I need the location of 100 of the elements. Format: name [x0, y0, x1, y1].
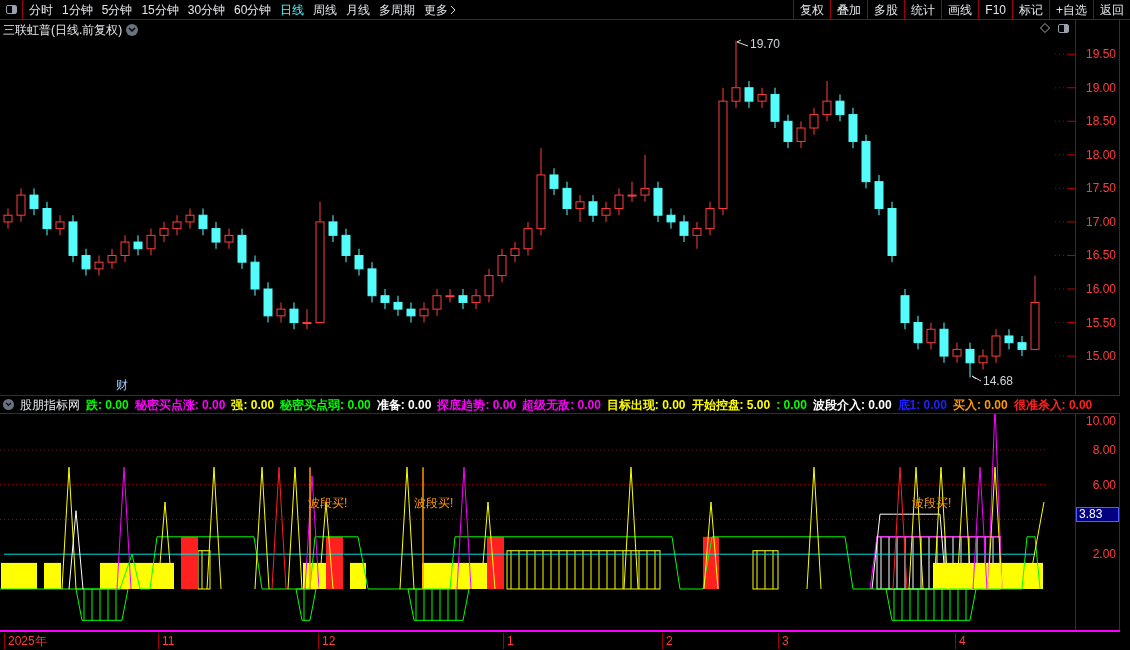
toolbar-button[interactable]: 返回 — [1093, 0, 1130, 19]
event-marker[interactable]: 财 — [116, 378, 128, 392]
candlestick — [302, 308, 312, 330]
period-tab[interactable]: 周线 — [313, 0, 338, 19]
candlestick — [55, 214, 65, 236]
period-tab[interactable]: 日线 — [280, 0, 305, 19]
candlestick — [328, 214, 338, 243]
toolbar-button[interactable]: 标记 — [1012, 0, 1049, 19]
candlestick — [94, 254, 104, 277]
indicator-value: 强: 0.00 — [231, 396, 275, 414]
candlestick — [991, 328, 1001, 364]
indicator-value: 探底趋势: 0.00 — [437, 396, 517, 414]
candlestick — [640, 154, 650, 203]
panel-toggle-icon[interactable] — [1058, 23, 1069, 33]
more-button[interactable]: 更多 — [424, 0, 449, 19]
toolbar-button[interactable]: 叠加 — [830, 0, 868, 19]
candlestick — [289, 301, 299, 330]
candlestick — [172, 214, 182, 236]
toolbar-button[interactable]: 多股 — [867, 0, 905, 19]
period-tab[interactable]: 多周期 — [379, 0, 416, 19]
period-tab[interactable]: 月线 — [346, 0, 371, 19]
candlestick — [432, 288, 442, 317]
chevron-right-icon — [450, 4, 457, 15]
date-axis-label: 3 — [778, 633, 789, 649]
candlestick — [510, 241, 520, 263]
indicator-value: 准备: 0.00 — [376, 396, 432, 414]
indicator-value: 跌: 0.00 — [86, 396, 129, 414]
signal-label: 波段买! — [912, 496, 952, 510]
period-tab[interactable]: 分时 — [29, 0, 53, 19]
candlestick — [16, 187, 26, 223]
toolbar-button[interactable]: 复权 — [793, 0, 831, 19]
candlestick — [42, 201, 52, 236]
high-marker-icon — [736, 39, 749, 47]
low-price-label: 14.68 — [983, 374, 1014, 388]
period-tab[interactable]: 1分钟 — [62, 0, 93, 19]
date-axis-label: 4 — [955, 633, 966, 649]
dropdown-icon[interactable] — [126, 24, 139, 36]
date-axis-label: 2 — [662, 633, 673, 649]
period-tab[interactable]: 30分钟 — [187, 0, 226, 19]
price-axis-label: 16.50 — [1085, 248, 1116, 263]
price-axis-label: 18.00 — [1085, 147, 1116, 162]
indicator-value: : 0.00 — [776, 396, 807, 414]
date-axis-label: 12 — [318, 633, 336, 649]
candlestick — [159, 221, 169, 243]
candlestick — [835, 93, 845, 122]
chart-title: 三联虹普(日线.前复权) — [3, 22, 123, 39]
date-axis-label: 1 — [503, 633, 514, 649]
candlestick — [120, 234, 130, 263]
candlestick — [107, 248, 117, 270]
candlestick — [523, 221, 533, 256]
toolbar-button[interactable]: F10 — [978, 0, 1012, 19]
candlestick — [29, 187, 39, 216]
indicator-value: 底1: 0.00 — [897, 396, 947, 414]
candlestick — [81, 248, 91, 277]
candlestick — [978, 348, 988, 371]
candlestick — [1004, 328, 1014, 350]
price-axis-label: 18.50 — [1085, 114, 1116, 129]
toolbar-button[interactable]: 画线 — [941, 0, 979, 19]
high-price-label: 19.70 — [750, 37, 781, 51]
indicator-axis-label: 10.00 — [1085, 414, 1116, 428]
candlestick — [211, 221, 221, 250]
candlestick — [497, 248, 507, 283]
price-axis-label: 17.50 — [1085, 181, 1116, 196]
low-marker-icon — [971, 375, 982, 382]
price-axis-label: 19.00 — [1085, 80, 1116, 95]
collapse-icon[interactable] — [3, 399, 14, 410]
indicator-value: 秘密买点弱: 0.00 — [280, 396, 371, 414]
candlestick — [601, 201, 611, 223]
candlestick — [562, 181, 572, 216]
candlestick — [471, 288, 481, 310]
candlestick — [341, 228, 351, 263]
price-axis-label: 15.00 — [1085, 349, 1116, 364]
candlestick — [926, 322, 936, 350]
candlestick — [679, 214, 689, 243]
candlestick — [1017, 335, 1027, 357]
toolbar-button[interactable]: +自选 — [1049, 0, 1093, 19]
panel-toggle-icon[interactable] — [5, 5, 17, 14]
candlestick — [757, 87, 767, 109]
toolbar-button[interactable]: 统计 — [904, 0, 942, 19]
indicator-axis-label: 8.00 — [1092, 442, 1116, 457]
indicator-value: 开始控盘: 5.00 — [691, 396, 771, 414]
price-axis-label: 16.00 — [1085, 282, 1116, 296]
candlestick — [198, 208, 208, 236]
candlestick — [965, 342, 975, 379]
candlestick — [484, 268, 494, 303]
indicator-axis-label: 2.00 — [1092, 547, 1116, 562]
period-tab[interactable]: 5分钟 — [101, 0, 133, 19]
indicator-axis-label: 6.00 — [1092, 477, 1116, 492]
diamond-icon[interactable] — [1040, 23, 1050, 33]
candlestick — [952, 342, 962, 364]
indicator-value: 秘密买点涨: 0.00 — [134, 396, 226, 414]
price-axis-label: 15.50 — [1085, 315, 1116, 330]
indicator-value: 很准杀入: 0.00 — [1013, 396, 1093, 414]
candlestick — [575, 194, 585, 223]
period-tab[interactable]: 60分钟 — [234, 0, 272, 19]
period-tab[interactable]: 15分钟 — [141, 0, 179, 19]
price-axis-label: 17.00 — [1085, 214, 1116, 229]
candlestick — [796, 120, 806, 149]
candlestick — [133, 234, 143, 256]
candlestick — [588, 194, 598, 223]
